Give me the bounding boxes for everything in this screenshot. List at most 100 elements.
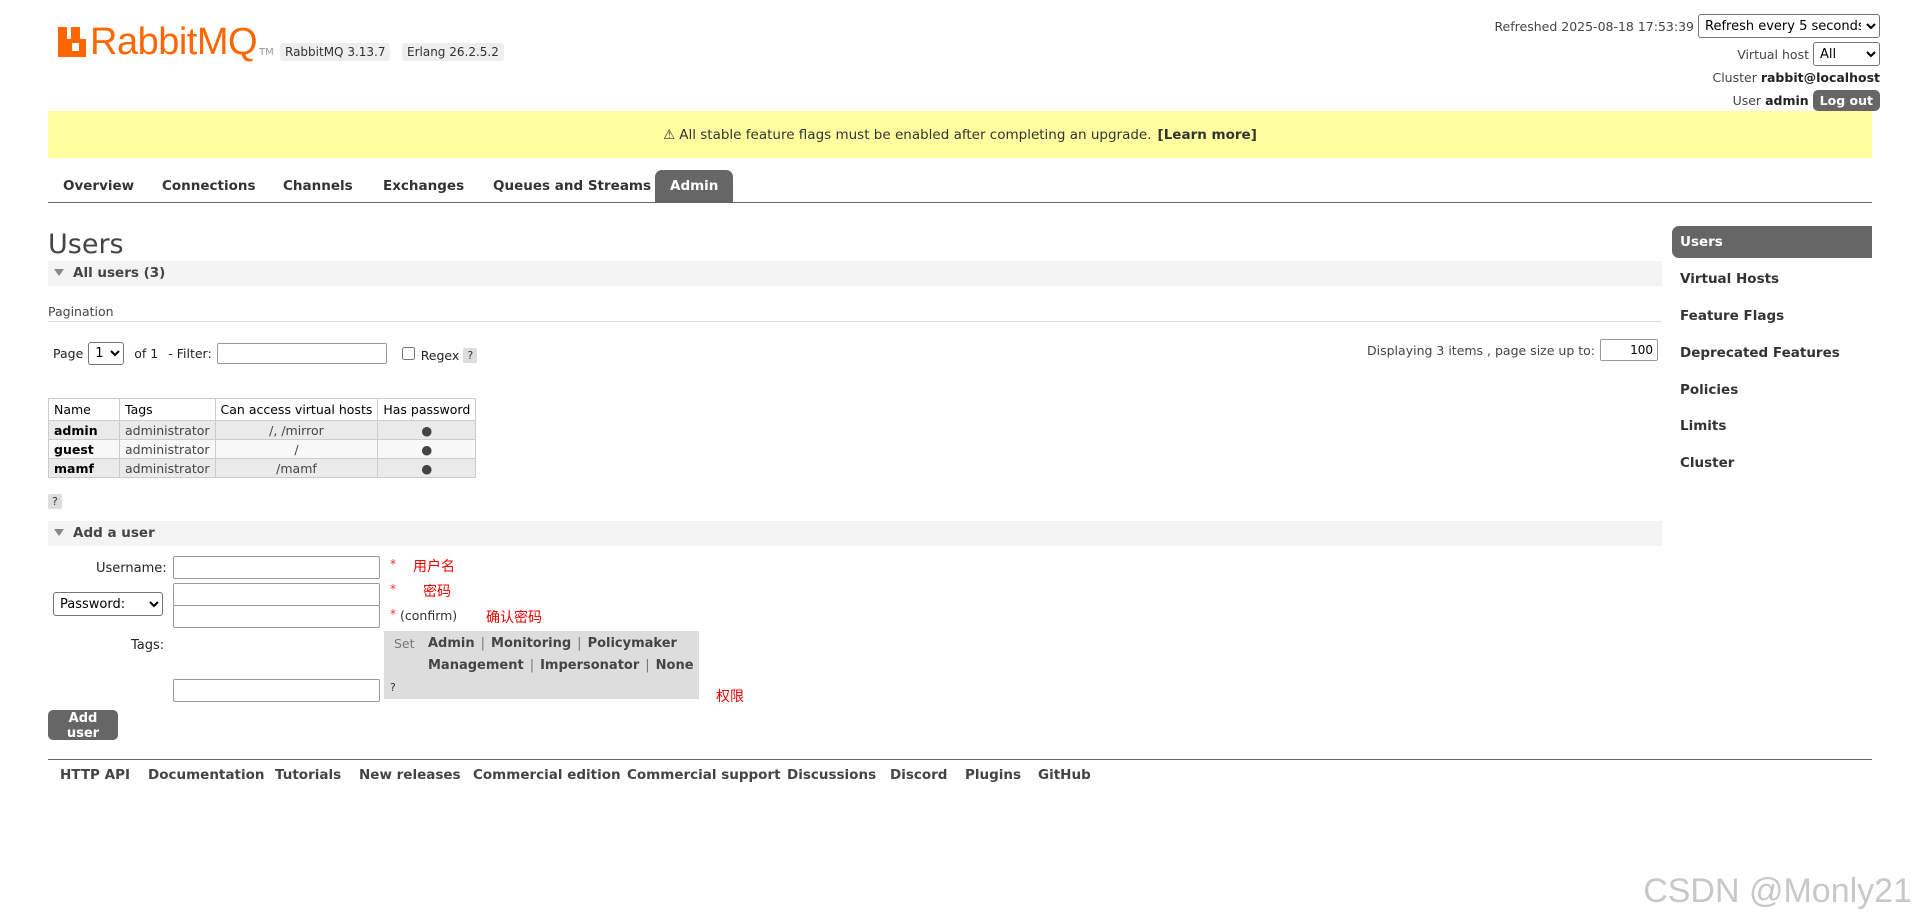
sidebar-item-cluster[interactable]: Cluster xyxy=(1672,447,1872,479)
tag-option-policymaker[interactable]: Policymaker xyxy=(588,636,677,651)
footer-link-github[interactable]: GitHub xyxy=(1038,767,1091,783)
username-input[interactable] xyxy=(173,556,380,579)
username-label: Username: xyxy=(96,561,167,576)
users-table: Name Tags Can access virtual hosts Has p… xyxy=(48,398,477,478)
sidebar-item-limits[interactable]: Limits xyxy=(1672,410,1872,442)
footer-divider xyxy=(48,759,1872,760)
cluster-label: Cluster xyxy=(1712,70,1757,85)
tag-option-monitoring[interactable]: Monitoring xyxy=(491,636,571,651)
user-tags-cell: administrator xyxy=(119,458,216,478)
user-has-password-cell: ● xyxy=(377,458,477,478)
footer-link-discord[interactable]: Discord xyxy=(890,767,947,783)
logo-trademark: TM xyxy=(259,47,274,58)
user-has-password-cell: ● xyxy=(377,439,477,459)
password-confirm-input[interactable] xyxy=(173,605,380,628)
banner-text: All stable feature flags must be enabled… xyxy=(679,126,1152,143)
sidebar-item-feature-flags[interactable]: Feature Flags xyxy=(1672,300,1872,332)
tab-connections[interactable]: Connections xyxy=(147,170,271,202)
tag-option-impersonator[interactable]: Impersonator xyxy=(540,658,639,673)
tag-option-admin[interactable]: Admin xyxy=(428,636,475,651)
footer-link-new-releases[interactable]: New releases xyxy=(359,767,461,783)
add-user-title: Add a user xyxy=(73,525,155,541)
user-label: User xyxy=(1732,93,1762,108)
table-help-button[interactable]: ? xyxy=(48,494,62,509)
erlang-version-badge: Erlang 26.2.5.2 xyxy=(402,43,504,61)
all-users-section-header[interactable]: All users (3) xyxy=(48,261,1662,286)
column-tags: Tags xyxy=(119,398,216,421)
warning-icon: ⚠ xyxy=(663,126,676,143)
collapse-triangle-icon xyxy=(54,529,64,536)
table-row[interactable]: mamf administrator /mamf ● xyxy=(48,458,477,478)
add-user-section-header[interactable]: Add a user xyxy=(48,521,1662,546)
tags-input[interactable] xyxy=(173,679,380,702)
virtual-host-row: Virtual host All xyxy=(1737,42,1880,66)
password-required-mark: * xyxy=(390,582,396,596)
filter-label: - Filter: xyxy=(168,346,212,361)
user-tags-cell: administrator xyxy=(119,420,216,440)
footer-link-discussions[interactable]: Discussions xyxy=(787,767,876,783)
user-name-cell[interactable]: guest xyxy=(48,439,120,459)
confirm-required-mark: * xyxy=(390,607,396,621)
tag-option-none[interactable]: None xyxy=(656,658,694,673)
user-name-cell[interactable]: mamf xyxy=(48,458,120,478)
footer-link-http-api[interactable]: HTTP API xyxy=(60,767,130,783)
watermark: CSDN @Monly21 xyxy=(1643,872,1912,910)
sidebar-item-deprecated-features[interactable]: Deprecated Features xyxy=(1672,337,1872,369)
username-required-mark: * xyxy=(390,557,396,571)
password-annotation: 密码 xyxy=(423,584,451,600)
users-table-header: Name Tags Can access virtual hosts Has p… xyxy=(48,398,477,421)
rabbitmq-logo[interactable]: RabbitMQ TM xyxy=(58,21,274,63)
refresh-interval-select[interactable]: Refresh every 5 seconds xyxy=(1698,14,1880,38)
virtual-host-label: Virtual host xyxy=(1737,46,1809,62)
tab-overview[interactable]: Overview xyxy=(48,170,149,202)
tag-option-management[interactable]: Management xyxy=(428,658,524,673)
footer-link-commercial-edition[interactable]: Commercial edition xyxy=(473,767,621,783)
regex-label: Regex xyxy=(420,348,460,363)
page-title: Users xyxy=(48,229,124,260)
tags-set-label: Set xyxy=(394,636,415,651)
footer-link-plugins[interactable]: Plugins xyxy=(965,767,1021,783)
page-label: Page xyxy=(53,346,84,361)
confirm-label: (confirm) xyxy=(400,608,458,623)
column-vhosts: Can access virtual hosts xyxy=(214,398,379,421)
virtual-host-select[interactable]: All xyxy=(1813,42,1880,66)
regex-help-button[interactable]: ? xyxy=(463,348,478,363)
rabbitmq-version-badge: RabbitMQ 3.13.7 xyxy=(280,43,391,61)
table-row[interactable]: guest administrator / ● xyxy=(48,439,477,459)
user-vhosts-cell: / xyxy=(214,439,379,459)
refreshed-timestamp: Refreshed 2025-08-18 17:53:39 xyxy=(1494,18,1694,34)
footer-link-tutorials[interactable]: Tutorials xyxy=(275,767,341,783)
main-tabs: Overview Connections Channels Exchanges … xyxy=(48,170,1872,203)
add-user-button[interactable]: Add user xyxy=(48,710,118,741)
user-row: User admin Log out xyxy=(1733,90,1880,111)
regex-checkbox[interactable] xyxy=(401,347,415,360)
tab-exchanges[interactable]: Exchanges xyxy=(368,170,479,202)
footer-link-documentation[interactable]: Documentation xyxy=(148,767,264,783)
column-has-password: Has password xyxy=(377,398,477,421)
password-input[interactable] xyxy=(173,583,380,606)
admin-sidebar: Users Virtual Hosts Feature Flags Deprec… xyxy=(1672,226,1872,496)
all-users-title: All users (3) xyxy=(73,265,166,281)
logout-button[interactable]: Log out xyxy=(1812,90,1880,111)
tags-label: Tags: xyxy=(131,638,165,653)
tab-queues-and-streams[interactable]: Queues and Streams xyxy=(478,170,666,202)
tags-help-button[interactable]: ? xyxy=(390,681,396,694)
sidebar-item-virtual-hosts[interactable]: Virtual Hosts xyxy=(1672,263,1872,295)
table-row[interactable]: admin administrator /, /mirror ● xyxy=(48,420,477,440)
learn-more-link[interactable]: [Learn more] xyxy=(1158,127,1257,143)
filter-input[interactable] xyxy=(216,343,387,364)
tab-channels[interactable]: Channels xyxy=(268,170,368,202)
user-name-cell[interactable]: admin xyxy=(48,420,120,440)
username-annotation: 用户名 xyxy=(413,559,455,575)
page-of-label: of 1 xyxy=(134,346,159,361)
tab-admin[interactable]: Admin xyxy=(655,170,734,202)
password-type-select[interactable]: Password: xyxy=(53,592,163,616)
footer-link-commercial-support[interactable]: Commercial support xyxy=(627,767,781,783)
sidebar-item-policies[interactable]: Policies xyxy=(1672,374,1872,406)
sidebar-item-users[interactable]: Users xyxy=(1672,226,1872,258)
rabbitmq-logo-icon xyxy=(58,27,86,57)
page-select[interactable]: 1 xyxy=(88,342,125,365)
user-vhosts-cell: /mamf xyxy=(214,458,379,478)
displaying-text: Displaying 3 items , page size up to: xyxy=(1367,342,1595,358)
page-size-input[interactable] xyxy=(1600,339,1658,361)
